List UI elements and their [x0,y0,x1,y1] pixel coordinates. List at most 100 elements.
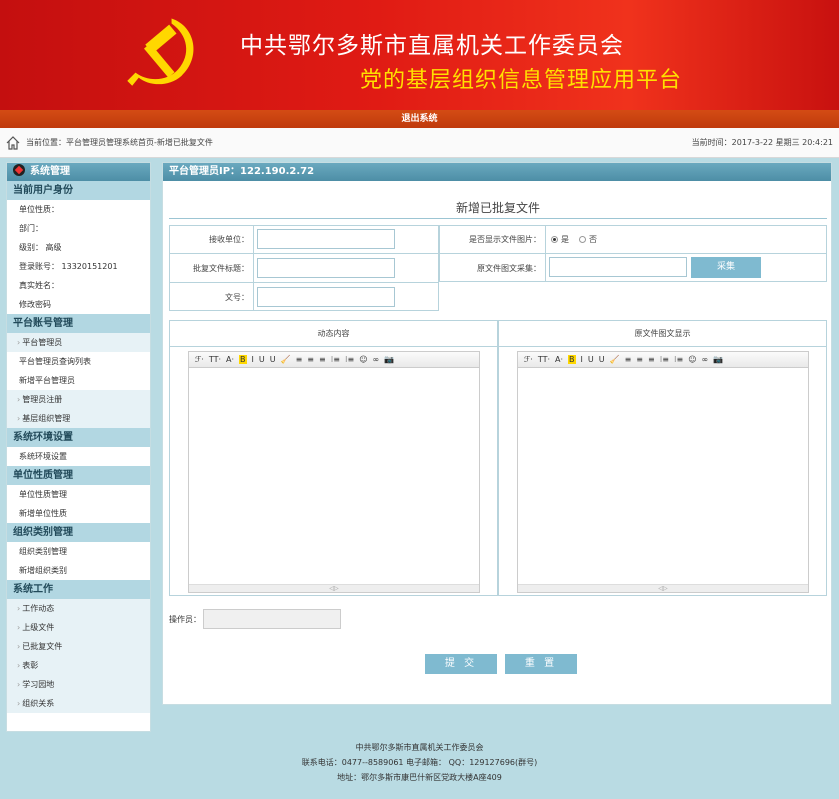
toolbar-button[interactable]: ☺ [688,355,696,364]
sidebar-item[interactable]: 组织类别管理 [7,542,150,561]
sidebar-section-title[interactable]: 系统工作 [7,580,150,599]
toolbar-button[interactable]: ∞ [702,355,709,364]
sidebar-item[interactable]: 单位性质管理 [7,485,150,504]
original-display-title: 原文件图文显示 [499,321,826,347]
show-image-yes[interactable]: 是 [551,234,569,245]
original-editor-toolbar[interactable]: ℱ· TT· A· B I U U 🧹 ≡ ≡ ≡ ⁝≡ ⁝≡ ☺ ∞ 📷 [518,352,808,368]
admin-ip-header: 平台管理员IP：122.190.2.72 [163,163,831,181]
sidebar-item[interactable]: 新增平台管理员 [7,371,150,390]
reset-button[interactable]: 重 置 [505,654,577,674]
sidebar-section-title[interactable]: 平台账号管理 [7,314,150,333]
toolbar-button[interactable]: 📷 [384,355,394,364]
no-label: 否 [589,235,597,244]
toolbar-button[interactable]: ≡ [625,355,632,364]
site-subtitle: 党的基层组织信息管理应用平台 [360,68,683,93]
page-header: 中共鄂尔多斯市直属机关工作委员会 党的基层组织信息管理应用平台 [0,0,839,110]
breadcrumb: 当前位置：平台管理员管理系统首页-新增已批复文件 [26,138,213,147]
user-section-title: 当前用户身份 [7,181,150,200]
sidebar-item[interactable]: 新增组织类别 [7,561,150,580]
sidebar-header: 系统管理 [7,163,150,181]
content-editor-toolbar[interactable]: ℱ· TT· A· B I U U 🧹 ≡ ≡ ≡ ⁝≡ ⁝≡ ☺ ∞ 📷 [189,352,479,368]
system-icon [13,164,25,176]
user-field: 部门： [19,224,43,233]
sidebar-item[interactable]: 平台管理员 [7,333,150,352]
logout-bar: 退出系统 [0,110,839,128]
sidebar-item[interactable]: 已批复文件 [7,637,150,656]
current-time: 当前时间：2017-3-22 星期三 20:4:21 [691,138,833,147]
capture-label: 原文件图文采集： [477,264,541,273]
editor-resize-handle[interactable]: ◁▷ [189,584,479,592]
sidebar-section-title[interactable]: 单位性质管理 [7,466,150,485]
sidebar-item[interactable]: 新增单位性质 [7,504,150,523]
sidebar-item[interactable]: 系统环境设置 [7,447,150,466]
title-label: 批复文件标题： [193,264,249,273]
sidebar: 系统管理 当前用户身份 单位性质： 部门： 级别： 高级 登录账号： 13320151… [6,162,151,732]
toolbar-button[interactable]: I [581,355,583,364]
toolbar-button[interactable]: 📷 [713,355,723,364]
receiver-input[interactable] [257,229,395,249]
form-title: 新增已批复文件 [169,199,827,219]
toolbar-button[interactable]: A· [555,355,563,364]
show-image-label: 是否显示文件图片： [469,235,541,244]
toolbar-button[interactable]: I [252,355,254,364]
toolbar-button[interactable]: ⁝≡ [660,355,669,364]
change-password-link[interactable]: 修改密码 [7,295,150,314]
sidebar-item[interactable]: 上级文件 [7,618,150,637]
sidebar-item[interactable]: 管理员注册 [7,390,150,409]
receiver-label: 接收单位： [209,235,249,244]
content-editor[interactable]: ℱ· TT· A· B I U U 🧹 ≡ ≡ ≡ ⁝≡ ⁝≡ ☺ ∞ 📷 ◁▷ [188,351,480,593]
original-display-editor[interactable]: ℱ· TT· A· B I U U 🧹 ≡ ≡ ≡ ⁝≡ ⁝≡ ☺ ∞ 📷 ◁▷ [517,351,809,593]
toolbar-button[interactable]: ☺ [359,355,367,364]
sidebar-item[interactable]: 工作动态 [7,599,150,618]
toolbar-button[interactable]: ℱ· [195,355,204,364]
toolbar-button[interactable]: U [259,355,265,364]
toolbar-button[interactable]: ℱ· [524,355,533,364]
title-input[interactable] [257,258,395,278]
user-field: 级别： 高级 [19,243,62,252]
radio-yes[interactable] [551,236,558,243]
user-field: 单位性质： [19,205,59,214]
toolbar-button[interactable]: B [568,355,576,364]
operator-input[interactable] [203,609,341,629]
radio-no[interactable] [579,236,586,243]
site-title: 中共鄂尔多斯市直属机关工作委员会 [240,33,624,59]
toolbar-button[interactable]: ≡ [636,355,643,364]
sidebar-item[interactable]: 表彰 [7,656,150,675]
sidebar-item[interactable]: 组织关系 [7,694,150,713]
sidebar-item[interactable]: 学习园地 [7,675,150,694]
sidebar-section-title[interactable]: 系统环境设置 [7,428,150,447]
capture-button[interactable]: 采集 [691,257,761,278]
toolbar-button[interactable]: B [239,355,247,364]
file-form: 接收单位： 批复文件标题： 文号： 是否显示文件图片： 是 否 原文件图文采集：… [169,225,827,311]
toolbar-button[interactable]: ∞ [373,355,380,364]
toolbar-button[interactable]: TT· [209,355,221,364]
home-icon[interactable] [6,136,20,150]
toolbar-button[interactable]: 🧹 [610,355,620,364]
docno-input[interactable] [257,287,395,307]
toolbar-button[interactable]: A· [226,355,234,364]
toolbar-button[interactable]: ≡ [307,355,314,364]
toolbar-button[interactable]: TT· [538,355,550,364]
toolbar-button[interactable]: 🧹 [281,355,291,364]
capture-input[interactable] [549,257,687,277]
submit-button[interactable]: 提 交 [425,654,497,674]
toolbar-button[interactable]: ≡ [319,355,326,364]
toolbar-button[interactable]: U [599,355,605,364]
operator-label: 操作员： [169,615,201,624]
toolbar-button[interactable]: ≡ [296,355,303,364]
toolbar-button[interactable]: ⁝≡ [331,355,340,364]
location-bar: 当前位置：平台管理员管理系统首页-新增已批复文件 当前时间：2017-3-22 … [0,128,839,158]
editor-resize-handle[interactable]: ◁▷ [518,584,808,592]
toolbar-button[interactable]: U [270,355,276,364]
toolbar-button[interactable]: ≡ [648,355,655,364]
logout-link[interactable]: 退出系统 [401,114,437,124]
footer-org: 中共鄂尔多斯市直属机关工作委员会 [355,743,484,752]
sidebar-item[interactable]: 平台管理员查询列表 [7,352,150,371]
show-image-no[interactable]: 否 [579,234,597,245]
toolbar-button[interactable]: ⁝≡ [345,355,354,364]
toolbar-button[interactable]: U [588,355,594,364]
toolbar-button[interactable]: ⁝≡ [674,355,683,364]
sidebar-item[interactable]: 基层组织管理 [7,409,150,428]
sidebar-section-title[interactable]: 组织类别管理 [7,523,150,542]
footer-address: 地址：鄂尔多斯市康巴什新区党政大楼A座409 [337,773,502,782]
